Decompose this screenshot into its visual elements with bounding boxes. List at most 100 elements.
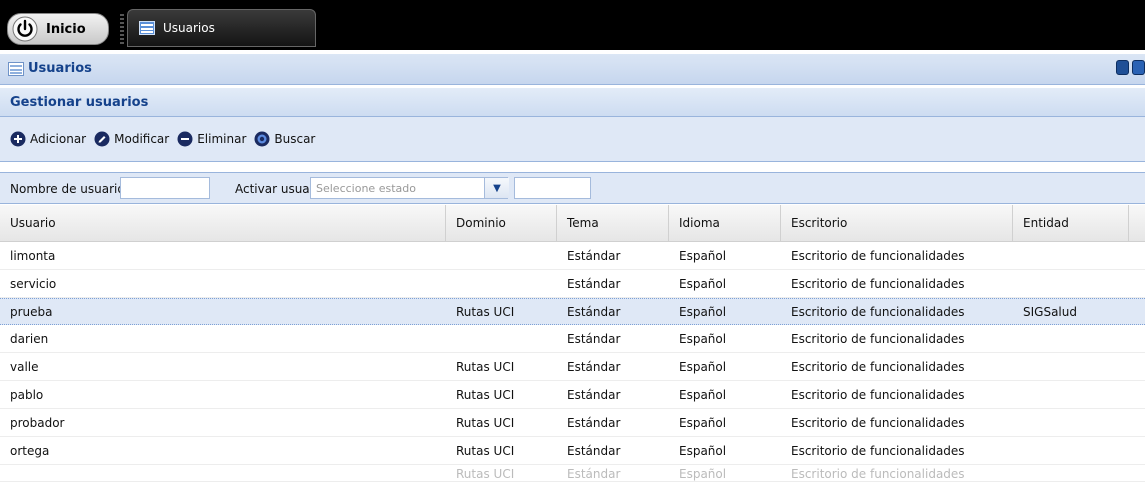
column-header-usuario[interactable]: Usuario [0,205,446,241]
filter-bar: Nombre de usuario Activar usuario Selecc… [0,172,1145,204]
table-cell [446,270,557,297]
window-grid-icon [139,21,155,35]
table-cell: Estándar [567,387,621,402]
table-cell: Rutas UCI [456,443,515,458]
table-cell: Estándar [567,276,621,291]
table-cell: valle [10,359,39,374]
table-cell [1013,465,1129,481]
table-row[interactable]: servicio Estándar Español Escritorio de fun… [0,270,1145,298]
delete-button[interactable]: Eliminar [177,131,246,147]
column-header-dominio[interactable]: Dominio [446,205,557,241]
window-grid-icon [8,62,24,76]
table-cell: Estándar [567,415,621,430]
table-cell [1013,270,1129,297]
table-row[interactable]: probador Rutas UCI Estándar Español Escritor… [0,409,1145,437]
search-label: Buscar [274,132,316,146]
table-cell: Español [679,443,727,458]
panel-title-bar: Gestionar usuarios [0,88,1145,117]
table-cell: SIGSalud [1023,304,1077,319]
delete-icon [177,131,193,147]
window-header: Usuarios [0,54,1145,85]
power-icon [12,16,38,42]
toolbar: Adicionar Modificar Eliminar Buscar [0,117,1145,162]
table-cell: Estándar [567,359,621,374]
taskbar-separator [120,14,124,44]
table-cell: Rutas UCI [456,359,515,374]
delete-label: Eliminar [197,132,247,146]
table-cell [1013,437,1129,464]
taskbar-window-usuarios[interactable]: Usuarios [127,9,316,47]
username-filter-input[interactable] [120,177,210,199]
table-cell [1013,242,1129,269]
edit-label: Modificar [114,132,170,146]
add-button[interactable]: Adicionar [10,131,86,147]
table-cell: darien [10,331,49,346]
column-header-idioma[interactable]: Idioma [669,205,781,241]
table-cell: ortega [10,443,50,458]
table-cell: pablo [10,387,44,402]
edit-button[interactable]: Modificar [94,131,169,147]
grid-header: Usuario Dominio Tema Idioma Escritorio E… [0,205,1145,242]
table-cell: Español [679,248,727,263]
table-cell: Español [679,415,727,430]
table-row[interactable]: darien Estándar Español Escritorio de funci… [0,325,1145,353]
table-row[interactable]: ortega Rutas UCI Estándar Español Escritorio… [0,437,1145,465]
panel-title: Gestionar usuarios [10,95,149,110]
table-cell: Español [679,331,727,346]
status-select[interactable]: Seleccione estado ▼ [310,177,509,199]
table-cell [1013,409,1129,436]
column-header-escritorio[interactable]: Escritorio [781,205,1013,241]
table-cell: Rutas UCI [456,415,515,430]
search-button[interactable]: Buscar [254,131,315,147]
add-label: Adicionar [30,132,87,146]
restore-button[interactable] [1132,60,1145,75]
table-cell: Escritorio de funcionalidades [791,331,965,346]
table-row[interactable]: limonta Estándar Español Escritorio de func… [0,242,1145,270]
taskbar-window-label: Usuarios [163,21,215,35]
add-icon [10,131,26,147]
taskbar: Inicio Usuarios [0,0,1145,50]
table-cell: Escritorio de funcionalidades [791,467,965,481]
table-cell [1013,353,1129,380]
minimize-button[interactable] [1116,60,1129,75]
grid-body: limonta Estándar Español Escritorio de func… [0,242,1145,482]
table-cell: Estándar [567,248,621,263]
table-cell [446,242,557,269]
column-header-entidad[interactable]: Entidad [1013,205,1129,241]
table-cell: Escritorio de funcionalidades [791,276,965,291]
table-cell: Estándar [567,443,621,458]
search-icon [254,131,270,147]
table-cell: Español [679,359,727,374]
table-cell: Español [679,387,727,402]
table-cell: Español [679,304,727,319]
table-row[interactable]: prueba Rutas UCI Estándar Español Escritorio… [0,298,1145,325]
extra-filter-input[interactable] [514,177,591,199]
table-cell: Estándar [567,304,621,319]
table-cell: Rutas UCI [456,387,515,402]
window-title: Usuarios [28,61,92,76]
table-row[interactable]: valle Rutas UCI Estándar Español Escritorio … [0,353,1145,381]
table-cell: Rutas UCI [456,304,515,319]
table-cell [1013,381,1129,408]
users-grid: Usuario Dominio Tema Idioma Escritorio E… [0,205,1145,482]
table-cell: Escritorio de funcionalidades [791,387,965,402]
table-cell [446,325,557,352]
start-button[interactable]: Inicio [7,13,109,45]
table-row[interactable]: Rutas UCI Estándar Español Escritorio de fu… [0,465,1145,482]
chevron-down-icon[interactable]: ▼ [484,178,509,198]
table-cell: Estándar [567,467,621,481]
table-cell: prueba [10,304,53,319]
status-select-placeholder: Seleccione estado [316,182,416,195]
table-cell: Escritorio de funcionalidades [791,415,965,430]
table-cell: Español [679,276,727,291]
start-label: Inicio [46,21,86,37]
table-cell: probador [10,415,65,430]
column-header-tema[interactable]: Tema [557,205,669,241]
table-row[interactable]: pablo Rutas UCI Estándar Español Escritorio … [0,381,1145,409]
table-cell: Escritorio de funcionalidades [791,359,965,374]
table-cell: servicio [10,276,57,291]
table-cell: Escritorio de funcionalidades [791,443,965,458]
table-cell [0,465,446,481]
table-cell [1013,325,1129,352]
table-cell: Rutas UCI [456,467,515,481]
